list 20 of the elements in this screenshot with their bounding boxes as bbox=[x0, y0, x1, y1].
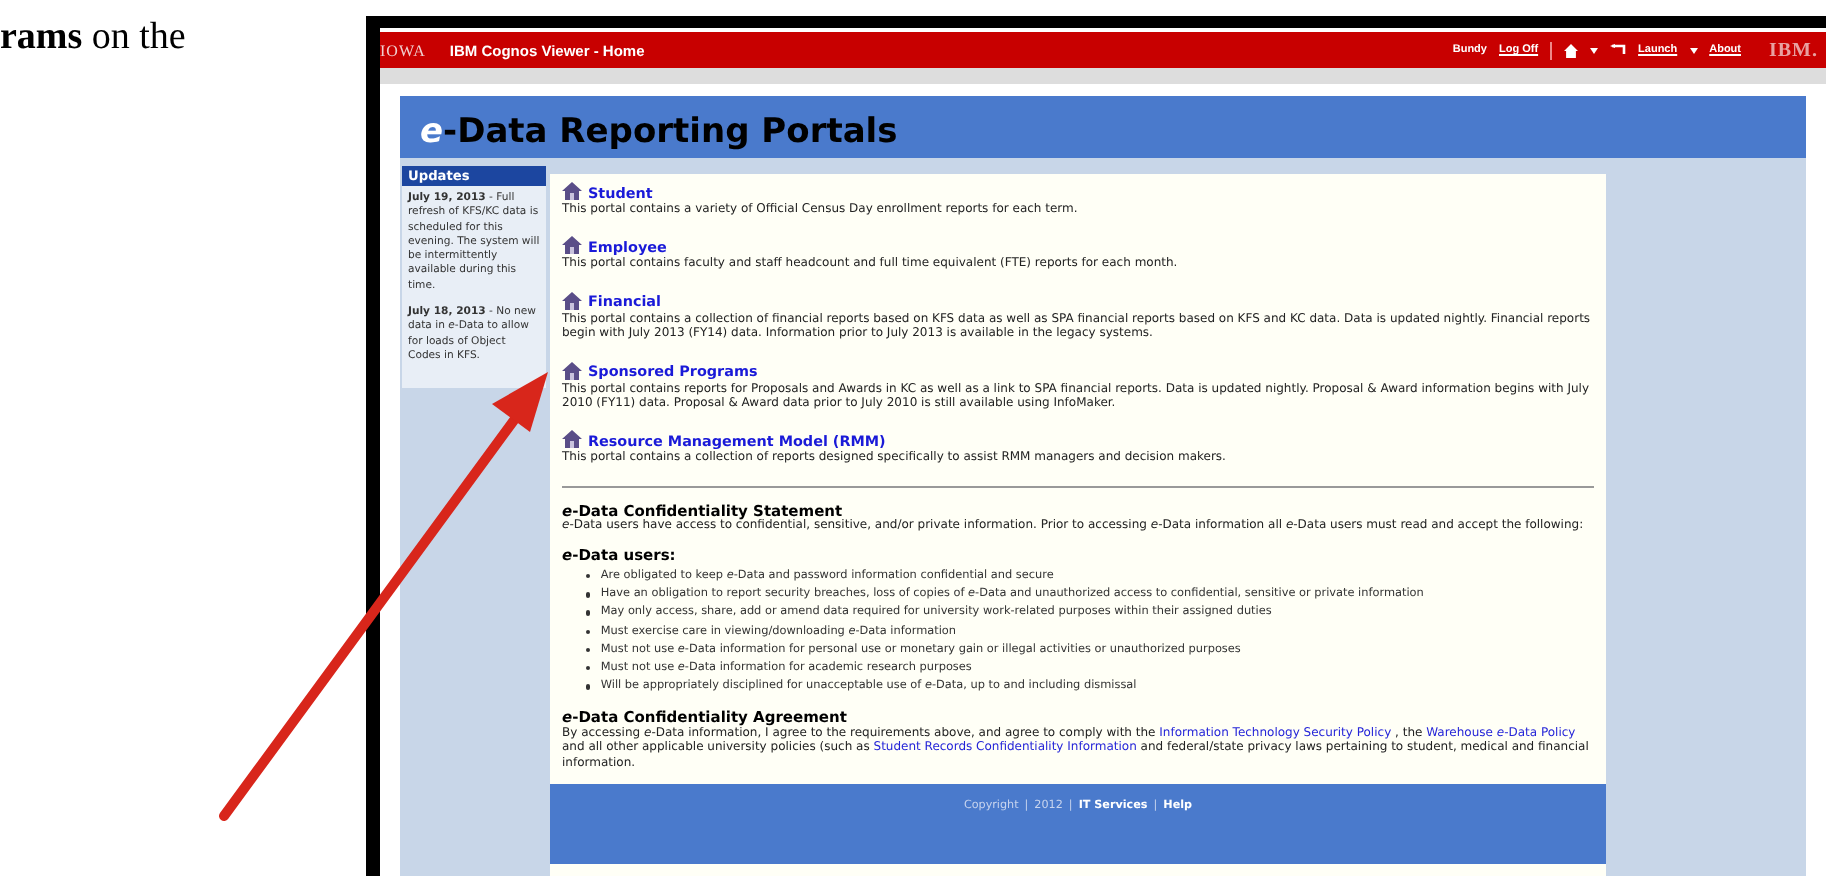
return-icon[interactable] bbox=[1610, 44, 1627, 56]
house-icon bbox=[562, 361, 582, 380]
caret-icon[interactable] bbox=[1590, 47, 1599, 53]
bullet-icon bbox=[586, 629, 591, 635]
university-logo: IOWA bbox=[380, 41, 426, 59]
bullet-icon bbox=[586, 610, 591, 616]
bullet-icon bbox=[586, 592, 591, 598]
bullet-icon bbox=[586, 647, 591, 653]
bullet-icon bbox=[586, 574, 591, 579]
document-text: rams on the bbox=[0, 16, 188, 60]
page-title: e-Data Reporting Portals bbox=[420, 112, 898, 156]
house-icon bbox=[562, 182, 582, 200]
house-icon bbox=[562, 430, 582, 449]
house-icon bbox=[562, 291, 582, 310]
bullet-icon bbox=[586, 666, 591, 671]
house-icon bbox=[562, 236, 582, 255]
home-icon[interactable] bbox=[1564, 43, 1579, 57]
caret-icon[interactable] bbox=[1689, 47, 1698, 53]
brand-logo: IBM. bbox=[1769, 39, 1818, 61]
bullet-icon bbox=[586, 684, 591, 690]
